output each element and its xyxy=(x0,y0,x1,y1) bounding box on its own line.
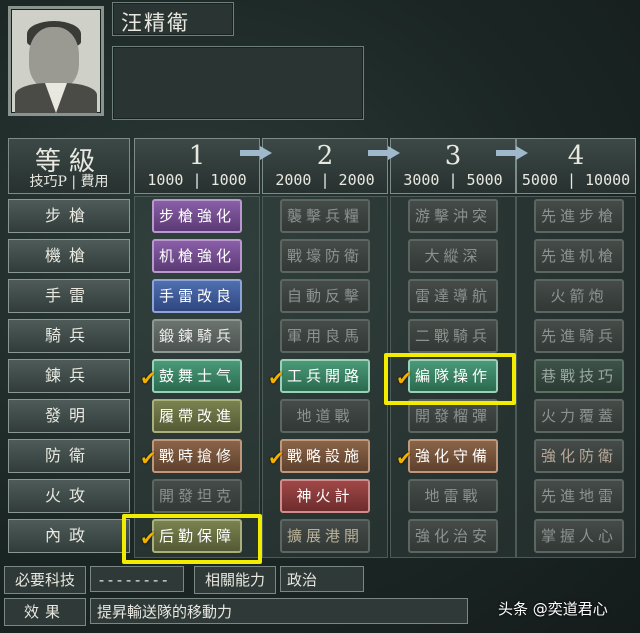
level-skill: 5000 xyxy=(521,171,558,189)
skill-cell[interactable]: 軍用良馬 xyxy=(280,319,370,353)
skill-cell-label: 工兵開路 xyxy=(286,367,363,385)
skill-cell[interactable]: 強化治安 xyxy=(408,519,498,553)
skill-cell[interactable]: 步槍強化 xyxy=(152,199,242,233)
skill-cell[interactable]: 擴展港開 xyxy=(280,519,370,553)
level-header-4: 4 5000 | 10000 xyxy=(516,138,636,194)
cost-label: 費用 xyxy=(80,174,109,190)
grade-header: 等級 技巧P | 費用 xyxy=(8,138,130,194)
row-label: 騎兵 xyxy=(8,319,130,353)
skill-cost-labels: 技巧P | 費用 xyxy=(29,174,109,190)
level-cost: 10000 xyxy=(585,171,631,189)
skill-cell[interactable]: 二戰騎兵 xyxy=(408,319,498,353)
skill-cell[interactable]: 地道戰 xyxy=(280,399,370,433)
skill-cell[interactable]: 火力覆蓋 xyxy=(534,399,624,433)
required-tech-value: -------- xyxy=(90,566,184,592)
skill-label: 技巧P xyxy=(29,174,67,190)
watermark: 头条 @奕道君心 xyxy=(498,600,608,618)
character-portrait xyxy=(8,6,104,116)
skill-cell[interactable]: 先進步槍 xyxy=(534,199,624,233)
skill-cell[interactable]: 開發坦克 xyxy=(152,479,242,513)
level-skill: 1000 xyxy=(147,171,184,189)
skill-cell[interactable]: 鍛鍊騎兵 xyxy=(152,319,242,353)
highlight-box xyxy=(384,353,516,405)
related-ability-label: 相關能力 xyxy=(194,566,276,594)
skill-cell[interactable]: 地雷戰 xyxy=(408,479,498,513)
skill-cell-label: 戰略設施 xyxy=(286,447,363,465)
skill-cell[interactable]: 神火計 xyxy=(280,479,370,513)
skill-cell[interactable]: 手雷改良 xyxy=(152,279,242,313)
row-label: 火攻 xyxy=(8,479,130,513)
character-name: 汪精衛 xyxy=(121,11,190,35)
skill-cell-label: 鼓舞士气 xyxy=(158,367,235,385)
effect-value: 提昇輸送隊的移動力 xyxy=(90,598,468,624)
level-skill: 2000 xyxy=(275,171,312,189)
skill-cell-learned[interactable]: ✔ 工兵開路 xyxy=(268,359,370,393)
checkmark-icon: ✔ xyxy=(268,446,285,470)
related-ability-value: 政治 xyxy=(280,566,364,592)
checkmark-icon: ✔ xyxy=(140,446,157,470)
skill-cell[interactable]: 先進騎兵 xyxy=(534,319,624,353)
checkmark-icon: ✔ xyxy=(140,366,157,390)
level-cost: 5000 xyxy=(466,171,503,189)
highlight-box xyxy=(122,514,262,564)
skill-cell[interactable]: 戰壕防衛 xyxy=(280,239,370,273)
row-label: 發明 xyxy=(8,399,130,433)
level-skill: 3000 xyxy=(403,171,440,189)
character-name-box: 汪精衛 xyxy=(112,2,234,36)
checkmark-icon: ✔ xyxy=(396,446,413,470)
skill-cell-learned[interactable]: ✔ 強化守備 xyxy=(396,439,498,473)
description-box xyxy=(112,46,364,120)
skill-cell[interactable]: 大縱深 xyxy=(408,239,498,273)
arrow-right-icon xyxy=(368,146,402,160)
skill-cell[interactable]: 掌握人心 xyxy=(534,519,624,553)
skill-cell[interactable]: 机槍強化 xyxy=(152,239,242,273)
effect-label: 效果 xyxy=(4,598,86,626)
skill-cell-learned[interactable]: ✔ 鼓舞士气 xyxy=(140,359,242,393)
skill-cell-learned[interactable]: ✔ 戰略設施 xyxy=(268,439,370,473)
row-label: 防衛 xyxy=(8,439,130,473)
level-cost: 1000 xyxy=(210,171,247,189)
skill-cell-label: 強化守備 xyxy=(414,447,491,465)
skill-cell[interactable]: 先進地雷 xyxy=(534,479,624,513)
skill-cell[interactable]: 自動反擊 xyxy=(280,279,370,313)
level-cost: 2000 xyxy=(338,171,375,189)
row-label: 手雷 xyxy=(8,279,130,313)
required-tech-label: 必要科技 xyxy=(4,566,86,594)
skill-cell-learned[interactable]: ✔ 戰時搶修 xyxy=(140,439,242,473)
skill-cell[interactable]: 履帶改進 xyxy=(152,399,242,433)
arrow-right-icon xyxy=(240,146,274,160)
level-number: 4 xyxy=(567,141,585,171)
skill-cell[interactable]: 巷戰技巧 xyxy=(534,359,624,393)
row-label: 步槍 xyxy=(8,199,130,233)
skill-cell[interactable]: 火箭炮 xyxy=(534,279,624,313)
checkmark-icon: ✔ xyxy=(268,366,285,390)
skill-cell[interactable]: 雷達導航 xyxy=(408,279,498,313)
skill-cell[interactable]: 先進机槍 xyxy=(534,239,624,273)
skill-cell-label: 戰時搶修 xyxy=(158,447,235,465)
skill-cell[interactable]: 強化防衛 xyxy=(534,439,624,473)
arrow-right-icon xyxy=(496,146,530,160)
row-label: 機槍 xyxy=(8,239,130,273)
row-label: 鍊兵 xyxy=(8,359,130,393)
row-label: 內政 xyxy=(8,519,130,553)
skill-cell[interactable]: 游擊沖突 xyxy=(408,199,498,233)
skill-cell[interactable]: 襲擊兵糧 xyxy=(280,199,370,233)
